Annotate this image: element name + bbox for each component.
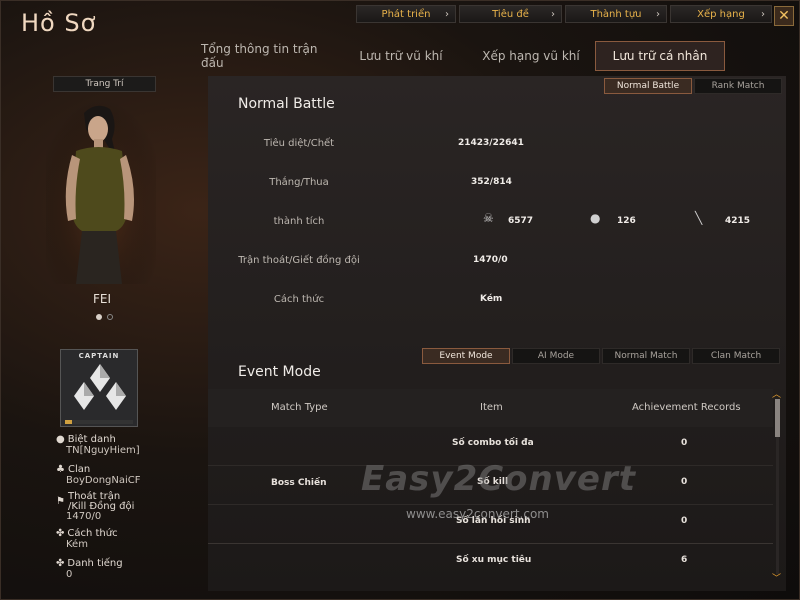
profile-clan: ♣ Clan BoyDongNaiCF bbox=[56, 464, 141, 486]
nav-development-button[interactable]: Phát triển › bbox=[356, 5, 456, 23]
event-table-scrollbar[interactable]: ︿ ﹀ bbox=[772, 390, 782, 584]
knife-icon: ╲ bbox=[695, 211, 703, 225]
profile-value: BoyDongNaiCF bbox=[66, 475, 141, 486]
person-icon: ● bbox=[56, 434, 65, 445]
stat-label-kd: Tiêu diệt/Chết bbox=[263, 138, 335, 149]
row-divider bbox=[208, 543, 773, 544]
character-portrait[interactable] bbox=[46, 99, 156, 284]
chevron-right-icon: › bbox=[656, 8, 660, 20]
nav-ranking-button[interactable]: Xếp hạng › bbox=[670, 5, 772, 23]
stat-value-kd: 21423/22641 bbox=[458, 138, 524, 148]
stat-label-winloss: Thắng/Thua bbox=[269, 177, 329, 188]
close-button[interactable]: ✕ bbox=[774, 6, 794, 26]
profile-nickname: ● Biệt danh TN[NguyHiem] bbox=[56, 434, 140, 456]
item-cell: Số combo tối đa bbox=[452, 438, 534, 448]
record-cell: 0 bbox=[681, 477, 688, 487]
runner-icon: ⚑ bbox=[56, 496, 65, 507]
nav-label: Phát triển bbox=[381, 8, 431, 20]
diamond-insignia-icon bbox=[74, 364, 126, 410]
rank-badge: CAPTAIN bbox=[60, 349, 138, 427]
ai-mode-toggle[interactable]: AI Mode bbox=[512, 348, 600, 364]
star-icon: ✤ bbox=[56, 558, 65, 569]
event-mode-title: Event Mode bbox=[238, 364, 321, 380]
tab-match-overview[interactable]: Tổng thông tin trận đấu bbox=[201, 41, 341, 71]
page-dot-active[interactable] bbox=[96, 314, 102, 320]
profile-value: TN[NguyHiem] bbox=[66, 445, 140, 456]
chevron-right-icon: › bbox=[445, 8, 449, 20]
nav-label: Xếp hạng bbox=[697, 8, 745, 20]
scroll-thumb[interactable] bbox=[775, 399, 780, 437]
skull-icon: ☠ bbox=[483, 211, 494, 225]
chevron-right-icon: › bbox=[551, 8, 555, 20]
stat-value-escape: 1470/0 bbox=[473, 255, 508, 265]
profile-value: 0 bbox=[66, 569, 73, 580]
character-name: FEI bbox=[93, 292, 112, 306]
close-icon: ✕ bbox=[778, 8, 790, 24]
tab-label: Tổng thông tin trận đấu bbox=[201, 42, 318, 70]
clan-match-toggle[interactable]: Clan Match bbox=[692, 348, 780, 364]
tab-weapon-archive[interactable]: Lưu trữ vũ khí bbox=[351, 41, 451, 71]
column-item: Item bbox=[480, 402, 503, 413]
achievement-headshot-value: 6577 bbox=[508, 216, 534, 226]
profile-label: Clan bbox=[67, 464, 91, 475]
tab-label: Lưu trữ cá nhân bbox=[612, 49, 708, 63]
row-divider bbox=[208, 504, 773, 505]
watermark-url: www.easy2convert.com bbox=[406, 507, 549, 521]
nav-achievement-button[interactable]: Thành tựu › bbox=[565, 5, 667, 23]
stat-label-achievement: thành tích bbox=[273, 216, 325, 227]
rank-progress-bar bbox=[65, 420, 133, 424]
normal-match-toggle[interactable]: Normal Match bbox=[602, 348, 690, 364]
profile-label: Cách thức bbox=[67, 528, 118, 539]
stat-value-style: Kém bbox=[480, 294, 503, 304]
window-title: Hồ Sơ bbox=[21, 9, 97, 37]
achievement-knife-value: 4215 bbox=[725, 216, 751, 226]
profile-reputation: ✤ Danh tiếng 0 bbox=[56, 558, 123, 580]
nav-label: Thành tựu bbox=[590, 8, 642, 20]
column-match-type: Match Type bbox=[271, 402, 328, 413]
page-dot[interactable] bbox=[107, 314, 113, 320]
scroll-down-icon[interactable]: ﹀ bbox=[772, 571, 781, 584]
profile-escape-teamkill: ⚑ Thoát trận /Kill Đồng đội 1470/0 bbox=[56, 492, 136, 522]
chevron-right-icon: › bbox=[761, 8, 765, 20]
decorate-button[interactable]: Trang Trí bbox=[53, 76, 156, 92]
nav-label: Tiêu đề bbox=[492, 8, 529, 20]
profile-label: Thoát trận /Kill Đồng đội bbox=[67, 491, 135, 512]
record-cell: 0 bbox=[681, 516, 688, 526]
normal-battle-toggle[interactable]: Normal Battle bbox=[604, 78, 692, 94]
normal-battle-title: Normal Battle bbox=[238, 96, 335, 112]
profile-value: 1470/0 bbox=[66, 511, 102, 522]
event-mode-toggle[interactable]: Event Mode bbox=[422, 348, 510, 364]
record-cell: 6 bbox=[681, 555, 688, 565]
rank-match-toggle[interactable]: Rank Match bbox=[694, 78, 782, 94]
profile-style: ✤ Cách thức Kém bbox=[56, 528, 118, 550]
achievement-grenade-value: 126 bbox=[617, 216, 636, 226]
rank-progress-fill bbox=[65, 420, 72, 424]
column-achievement-records: Achievement Records bbox=[632, 402, 741, 413]
nav-title-button[interactable]: Tiêu đề › bbox=[459, 5, 562, 23]
grenade-icon: ● bbox=[590, 211, 601, 225]
profile-value: Kém bbox=[66, 539, 88, 550]
rank-label: CAPTAIN bbox=[78, 352, 120, 360]
item-cell: Số xu mục tiêu bbox=[456, 555, 532, 565]
stat-label-escape: Trận thoát/Giết đồng đội bbox=[238, 255, 360, 266]
tab-label: Lưu trữ vũ khí bbox=[359, 49, 443, 63]
record-cell: 0 bbox=[681, 438, 688, 448]
top-nav: Phát triển › Tiêu đề › Thành tựu › Xếp hạng… bbox=[356, 5, 772, 23]
stat-label-style: Cách thức bbox=[273, 294, 325, 305]
profile-window: Hồ Sơ Phát triển › Tiêu đề › Thành tựu › Xế… bbox=[0, 0, 800, 600]
tab-personal-archive[interactable]: Lưu trữ cá nhân bbox=[595, 41, 725, 71]
clan-icon: ♣ bbox=[56, 464, 65, 475]
profile-label: Biệt danh bbox=[67, 434, 116, 445]
tab-label: Xếp hạng vũ khí bbox=[482, 49, 580, 63]
stat-value-winloss: 352/814 bbox=[471, 177, 512, 187]
watermark-brand: Easy2Convert bbox=[361, 459, 636, 499]
tab-weapon-ranking[interactable]: Xếp hạng vũ khí bbox=[471, 41, 591, 71]
clover-icon: ✤ bbox=[56, 528, 65, 539]
profile-label: Danh tiếng bbox=[67, 558, 123, 569]
match-type-cell: Boss Chiến bbox=[271, 478, 327, 488]
